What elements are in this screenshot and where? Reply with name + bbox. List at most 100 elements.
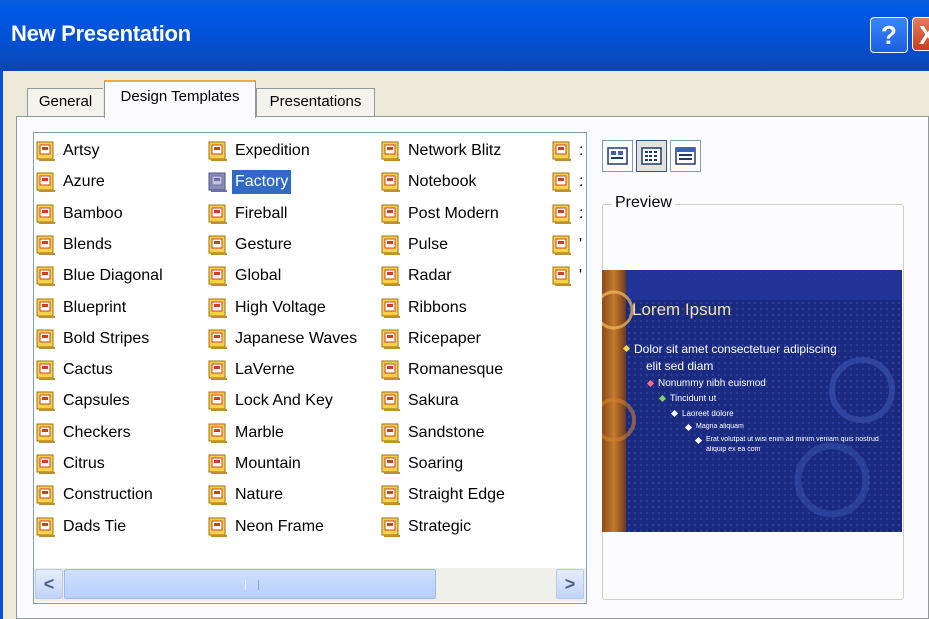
presentation-template-icon — [36, 391, 56, 412]
template-label: Artsy — [63, 142, 100, 159]
details-view-button[interactable] — [670, 140, 701, 172]
help-button[interactable]: ? — [870, 17, 908, 53]
slide-bullet: Tincidunt ut — [670, 393, 717, 403]
template-label: Blueprint — [63, 298, 127, 316]
presentation-template-icon — [36, 423, 56, 444]
slide-bullet: Nonummy nibh euismod — [658, 378, 766, 389]
template-label: Construction — [63, 486, 153, 504]
presentation-template-icon — [208, 391, 228, 412]
list-view-button[interactable] — [636, 140, 667, 172]
template-label: ' — [579, 235, 583, 253]
template-label: Expedition — [235, 142, 310, 159]
presentation-template-icon — [36, 141, 56, 162]
grip-icon — [245, 580, 259, 590]
presentation-template-icon — [552, 266, 572, 287]
slide-bullet: Magna aliquam — [696, 423, 744, 430]
slide-bullet: Dolor sit amet consectetuer adipiscing — [634, 342, 837, 356]
presentation-template-icon — [36, 266, 56, 287]
template-label: Lock And Key — [235, 392, 333, 410]
template-label: Straight Edge — [408, 486, 505, 504]
presentation-template-icon — [208, 172, 228, 193]
presentation-template-icon — [208, 517, 228, 538]
template-label: Sandstone — [408, 423, 485, 441]
template-label: Gesture — [235, 235, 292, 253]
template-label: Fireball — [235, 204, 288, 222]
chevron-left-icon: < — [43, 574, 55, 594]
scroll-thumb[interactable] — [64, 569, 436, 599]
template-label: Bamboo — [63, 204, 123, 222]
tab-design-templates[interactable]: Design Templates — [104, 80, 256, 118]
template-label: Cactus — [63, 361, 113, 379]
presentation-template-icon — [208, 329, 228, 350]
slide-bullet: Laoreet dolore — [682, 409, 734, 418]
large-icons-view-button[interactable] — [602, 140, 633, 172]
preview-label: Preview — [612, 194, 675, 212]
template-label: Romanesque — [408, 361, 504, 379]
template-label: Radar — [408, 267, 452, 285]
template-label: Dads Tie — [63, 517, 127, 535]
presentation-template-icon — [208, 235, 228, 256]
presentation-template-icon — [208, 360, 228, 381]
presentation-template-icon — [36, 172, 56, 193]
tab-general[interactable]: General — [27, 88, 103, 116]
presentation-template-icon — [381, 235, 401, 256]
presentation-template-icon — [381, 391, 401, 412]
slide-bullet: Erat volutpat ut wisi enim ad minim veni… — [706, 436, 879, 443]
template-label: Notebook — [408, 173, 477, 191]
template-label: ' — [579, 267, 583, 285]
presentation-template-icon — [208, 141, 228, 162]
title-bar[interactable]: New Presentation ? X — [0, 0, 929, 71]
presentation-template-icon — [36, 360, 56, 381]
template-label: High Voltage — [235, 298, 326, 316]
details-icon — [675, 147, 696, 165]
presentation-template-icon — [381, 329, 401, 350]
template-label: : — [579, 173, 584, 191]
presentation-template-icon — [36, 204, 56, 225]
template-label: Strategic — [408, 517, 472, 535]
horizontal-scrollbar[interactable]: < > — [34, 568, 586, 602]
template-label: Post Modern — [408, 204, 499, 222]
template-label: Neon Frame — [235, 517, 324, 535]
help-icon: ? — [881, 20, 897, 50]
template-label: Nature — [235, 486, 284, 504]
close-icon: X — [919, 20, 929, 50]
template-label: LaVerne — [235, 361, 295, 379]
scroll-left-button[interactable]: < — [35, 569, 63, 599]
template-label: Sakura — [408, 392, 459, 410]
presentation-template-icon — [36, 298, 56, 319]
chevron-right-icon: > — [564, 574, 576, 594]
tab-presentations[interactable]: Presentations — [256, 88, 375, 116]
presentation-template-icon — [381, 266, 401, 287]
presentation-template-icon — [208, 423, 228, 444]
slide-bullet: aliquip ex ea com — [706, 446, 761, 453]
template-label: Checkers — [63, 423, 131, 441]
template-label: Pulse — [408, 235, 449, 253]
template-label: Citrus — [63, 455, 105, 472]
presentation-template-icon — [552, 204, 572, 225]
close-button[interactable]: X — [912, 17, 929, 51]
template-label: Marble — [235, 423, 284, 441]
presentation-template-icon — [208, 204, 228, 225]
template-label: Ricepaper — [408, 329, 481, 347]
slide-bullet: elit sed diam — [646, 359, 714, 373]
presentation-template-icon — [552, 141, 572, 162]
presentation-template-icon — [381, 204, 401, 225]
template-label: Factory — [232, 170, 292, 195]
presentation-template-icon — [381, 485, 401, 506]
presentation-template-icon — [36, 454, 56, 475]
scroll-right-button[interactable]: > — [556, 569, 584, 599]
template-label: Network Blitz — [408, 142, 502, 159]
template-label: : — [579, 204, 584, 222]
presentation-template-icon — [552, 172, 572, 193]
slide-title: Lorem Ipsum — [632, 300, 732, 319]
list-icon — [641, 147, 662, 165]
template-label: Ribbons — [408, 298, 467, 316]
presentation-template-icon — [36, 329, 56, 350]
presentation-template-icon — [36, 517, 56, 538]
template-label: Capsules — [63, 392, 130, 410]
template-label: Azure — [63, 173, 105, 191]
template-label: Global — [235, 267, 282, 285]
preview-slide: Lorem Ipsum Dolor sit amet consectetuer … — [602, 270, 902, 532]
large-icons-icon — [607, 147, 628, 165]
template-list[interactable]: Artsy Azure Bamboo Blends Blue Diagonal Bluep… — [33, 132, 587, 604]
